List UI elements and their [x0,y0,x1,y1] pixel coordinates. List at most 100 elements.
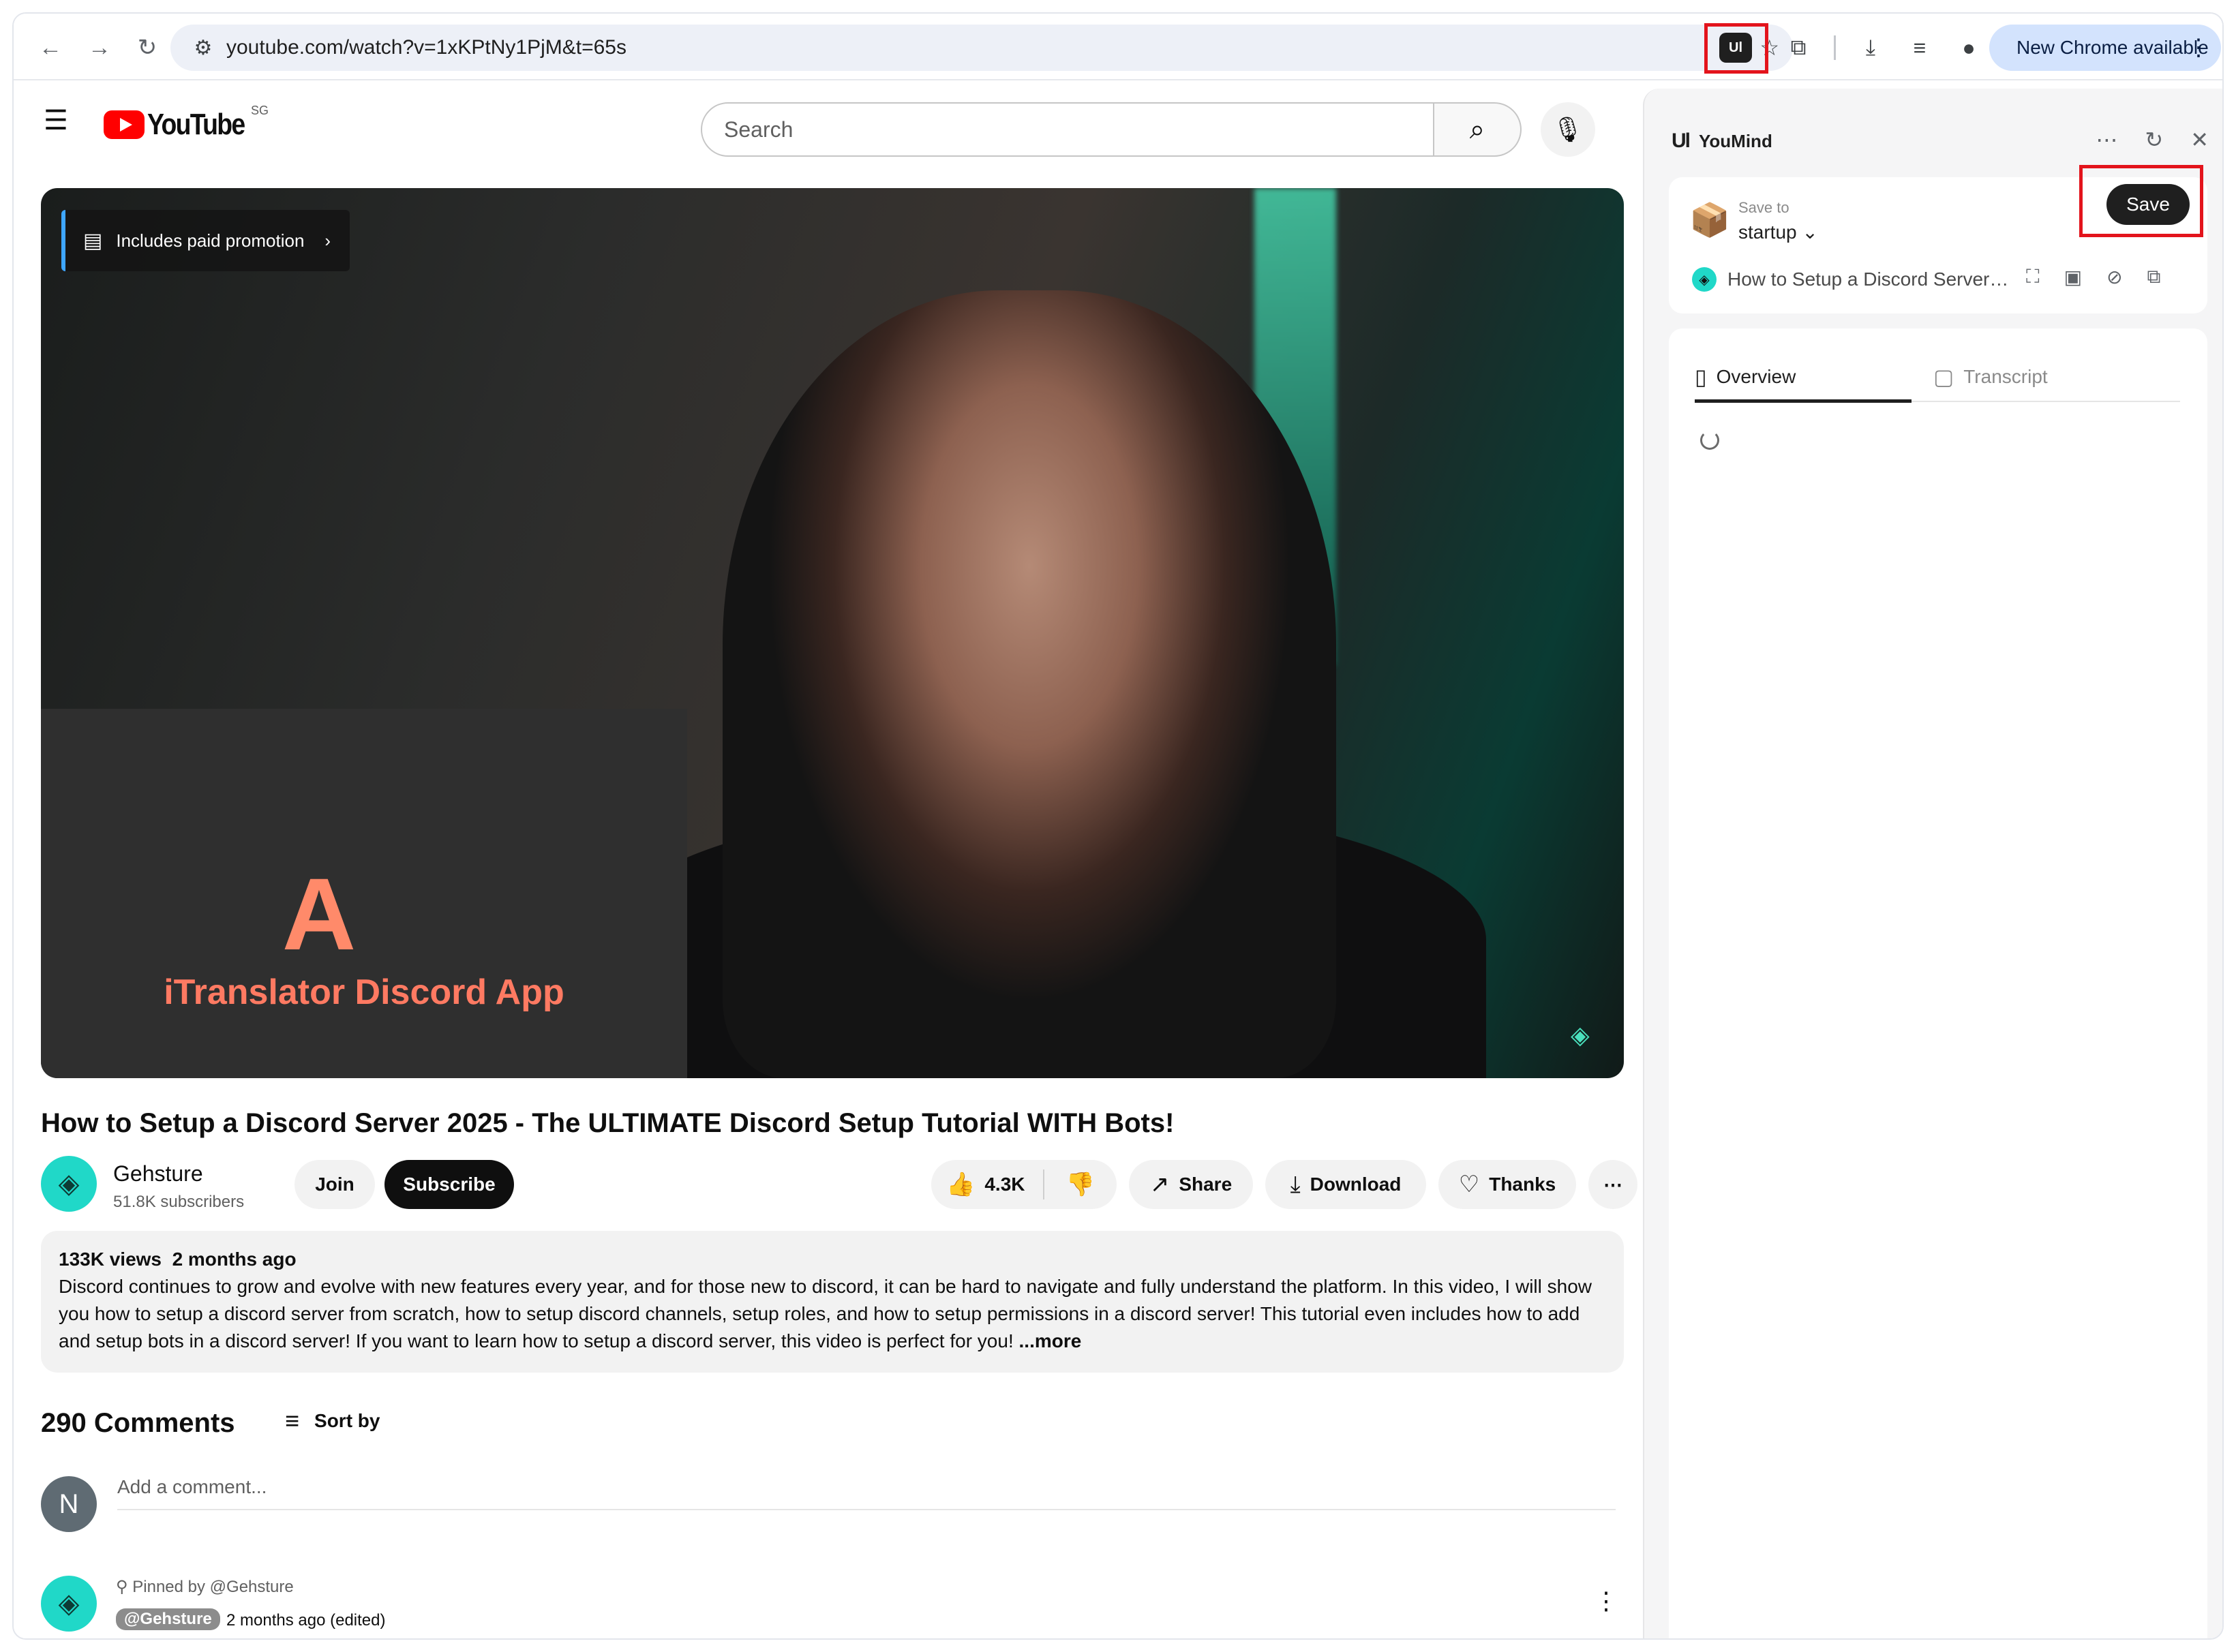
chevron-down-icon: ⌄ [1802,221,1818,243]
overview-icon: ▯ [1695,365,1707,389]
view-count: 133K views [59,1249,162,1270]
content-card: ▯ Overview ▢ Transcript [1669,328,2207,1638]
join-button[interactable]: Join [294,1160,375,1209]
comment-menu-icon[interactable]: ⋮ [1594,1587,1618,1615]
show-more-link[interactable]: ...more [1019,1330,1082,1351]
profile-avatar[interactable]: ● [1951,30,1986,65]
screenshot-icon[interactable]: ⛶ [2026,266,2040,288]
toolbar-divider [1834,35,1836,60]
copy-icon[interactable]: ⧉ [2147,266,2161,288]
like-dislike-group: 👍 4.3K 👎 [931,1160,1117,1209]
search-input[interactable]: Search [701,102,1434,157]
download-label: Download [1310,1174,1402,1195]
share-button[interactable]: ↗ Share [1129,1160,1253,1209]
comments-count: 290 Comments [41,1408,235,1438]
video-title: How to Setup a Discord Server 2025 - The… [41,1108,1175,1138]
download-button[interactable]: ⤓ Download [1265,1160,1426,1209]
reading-list-icon[interactable]: ≡ [1902,30,1937,65]
channel-watermark-icon[interactable]: ◈ [1571,1021,1599,1054]
video-subject [723,290,1336,1078]
description-meta: 133K views 2 months ago [59,1249,1606,1270]
subscribe-button[interactable]: Subscribe [384,1160,514,1209]
hide-icon[interactable]: ⊘ [2106,266,2122,288]
upload-age: 2 months ago [172,1249,297,1270]
reload-icon[interactable]: ↻ [130,30,165,65]
loading-spinner-icon [1700,431,1719,450]
microphone-icon[interactable]: 🎙 [1541,102,1595,157]
region-code: SG [251,104,269,117]
new-chrome-label: New Chrome available [2016,37,2209,58]
sort-by-button[interactable]: ≡ Sort by [285,1407,380,1435]
forward-icon[interactable]: → [82,30,117,65]
add-comment-input[interactable]: Add a comment... [117,1476,1616,1510]
youmind-panel: Ul YouMind ⋯ ↻ ✕ 📦 Save to startup ⌄ Sav… [1643,89,2222,1638]
transcript-icon: ▢ [1933,365,1954,389]
chevron-right-icon: › [324,230,331,251]
promo-logo: A [282,857,357,971]
save-card: 📦 Save to startup ⌄ Save ◈ How to Setup … [1669,165,2207,313]
address-bar[interactable]: ⚙ youtube.com/watch?v=1xKPtNy1PjM&t=65s … [170,25,1793,71]
commenter-avatar[interactable]: ◈ [41,1576,97,1632]
channel-name[interactable]: Gehsture [113,1161,203,1187]
download-arrow-icon: ⤓ [1290,1171,1301,1197]
share-label: Share [1179,1174,1233,1195]
description-box[interactable]: 133K views 2 months ago Discord continue… [41,1231,1624,1373]
like-count[interactable]: 4.3K [984,1174,1025,1195]
youmind-extension-icon[interactable]: Ul [1719,33,1752,63]
youtube-play-icon [104,110,145,139]
youtube-logo[interactable]: YouTube SG [104,104,269,142]
pinned-label: ⚲ Pinned by @Gehsture [116,1577,294,1597]
chrome-menu-icon[interactable]: ⋮ [2187,34,2210,61]
save-button[interactable]: Save [2106,184,2190,225]
capture-frame-icon[interactable]: ▣ [2064,266,2082,288]
panel-header-icons: ⋯ ↻ ✕ [2096,127,2209,153]
tab-overview-label: Overview [1716,366,1796,387]
source-favicon-icon: ◈ [1692,267,1717,292]
extensions-puzzle-icon[interactable]: ⧉ [1781,30,1816,65]
pinned-text: Pinned by @Gehsture [132,1578,294,1596]
channel-avatar[interactable]: ◈ [41,1156,97,1212]
video-player[interactable]: A iTranslator Discord App ▤ Includes pai… [41,188,1624,1078]
thumbs-down-icon[interactable]: 👎 [1066,1171,1095,1198]
tab-transcript[interactable]: ▢ Transcript [1933,364,2048,390]
subscriber-count: 51.8K subscribers [113,1193,245,1211]
more-actions-icon[interactable]: ⋯ [1588,1160,1637,1209]
sort-icon: ≡ [285,1407,300,1435]
save-target-value: startup [1738,221,1797,243]
more-options-icon[interactable]: ⋯ [2096,127,2117,153]
youmind-logo-icon: Ul [1672,129,1691,152]
download-icon[interactable]: ⤓ [1853,30,1888,65]
source-actions: ⛶ ▣ ⊘ ⧉ [2026,266,2161,288]
description-body: Discord continues to grow and evolve wit… [59,1276,1592,1351]
comment-time[interactable]: 2 months ago (edited) [226,1611,385,1630]
browser-toolbar: ← → ↻ ⚙ youtube.com/watch?v=1xKPtNy1PjM&… [14,14,2222,80]
sort-by-label: Sort by [314,1410,380,1431]
close-icon[interactable]: ✕ [2190,127,2209,153]
tab-overview[interactable]: ▯ Overview [1695,364,1796,390]
source-title: How to Setup a Discord Server 2025 - The… [1727,269,2014,290]
box-icon: 📦 [1689,202,1730,239]
thanks-label: Thanks [1489,1174,1556,1195]
browser-window: ← → ↻ ⚙ youtube.com/watch?v=1xKPtNy1PjM&… [12,12,2224,1640]
save-target-dropdown[interactable]: startup ⌄ [1738,221,1818,243]
back-icon[interactable]: ← [33,30,68,65]
promo-text: iTranslator Discord App [164,973,564,1012]
active-tab-indicator [1695,399,1912,403]
url-text[interactable]: youtube.com/watch?v=1xKPtNy1PjM&t=65s [226,36,626,59]
save-to-label: Save to [1738,199,1789,216]
comment-author[interactable]: @Gehsture [116,1608,220,1630]
search-icon[interactable]: ⌕ [1434,102,1522,157]
tab-transcript-label: Transcript [1963,366,2048,387]
user-avatar[interactable]: N [41,1476,97,1532]
hamburger-menu-icon[interactable]: ☰ [44,105,79,140]
thanks-button[interactable]: ♡ Thanks [1438,1160,1576,1209]
thumbs-up-icon[interactable]: 👍 [946,1171,975,1198]
youtube-logo-text: YouTube [147,108,245,141]
description-text: Discord continues to grow and evolve wit… [59,1273,1606,1355]
site-settings-icon[interactable]: ⚙ [183,36,224,60]
paid-promotion-badge[interactable]: ▤ Includes paid promotion › [61,210,350,271]
youmind-brand: YouMind [1699,130,1772,151]
new-chrome-button[interactable]: New Chrome available ⋮ [1989,25,2221,71]
refresh-icon[interactable]: ↻ [2145,127,2163,153]
youmind-header: Ul YouMind [1672,129,1772,153]
